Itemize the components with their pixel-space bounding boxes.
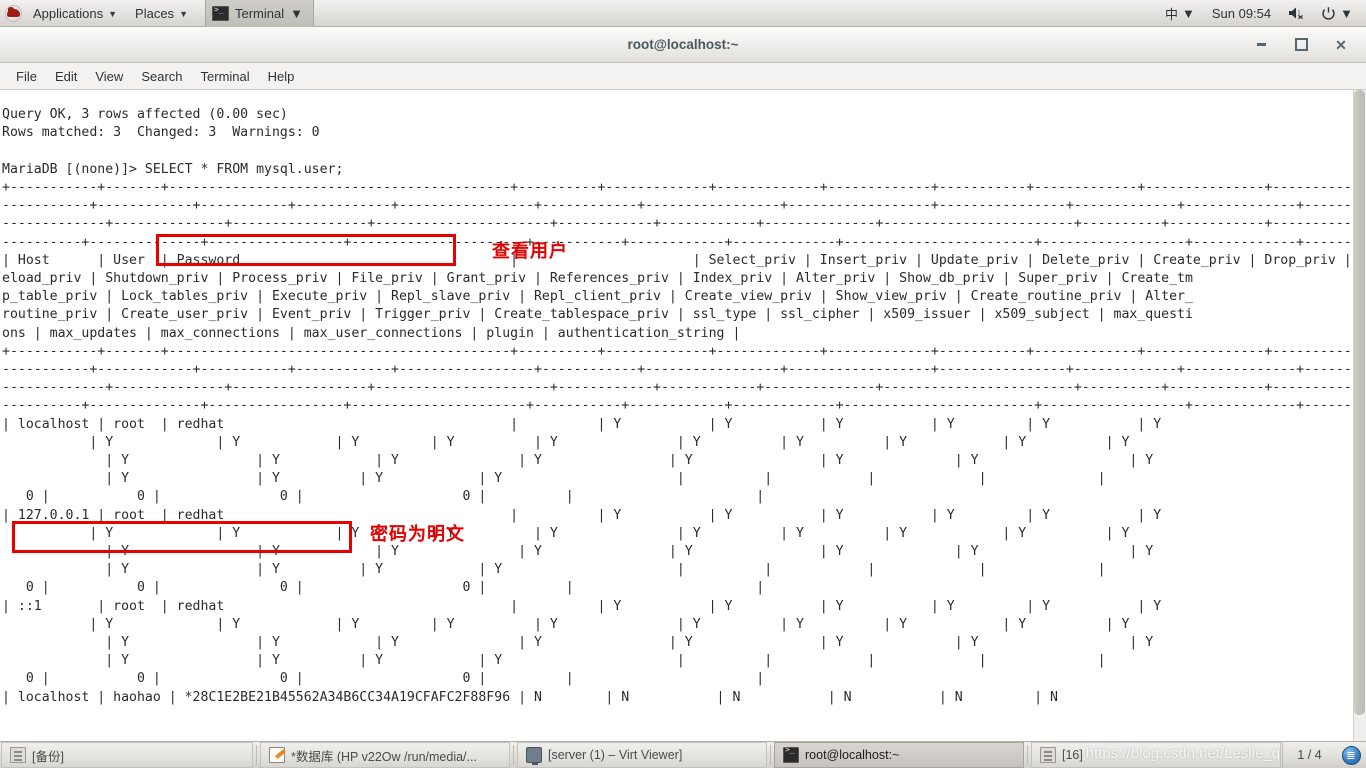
monitor-icon [526,747,542,765]
note-icon [269,747,285,763]
menu-item-edit[interactable]: Edit [46,63,86,90]
scrollbar-thumb[interactable] [1354,90,1365,715]
chevron-down-icon: ▼ [179,9,188,19]
volume-muted-icon[interactable] [1281,0,1312,27]
archive-icon [10,747,26,763]
places-menu-label: Places [135,5,175,21]
window-controls: ✕ [1254,38,1366,52]
taskbar-item-virt-viewer[interactable]: [server (1) – Virt Viewer] [517,742,767,768]
taskbar-item-database[interactable]: *数据库 (HP v22Ow /run/media/... [260,742,510,768]
input-method-label: 中 [1164,6,1178,22]
terminal-output-area[interactable]: Query OK, 3 rows affected (0.00 sec) Row… [0,90,1366,741]
power-menu[interactable]: ▼ [1314,0,1360,27]
taskbar-separator [770,745,771,765]
menu-item-view[interactable]: View [86,63,132,90]
applications-menu[interactable]: Applications ▼ [24,0,126,27]
workspace-switcher-button[interactable]: ≣ [1336,742,1366,768]
chevron-down-icon: ▼ [1340,5,1353,21]
redhat-logo-icon [5,4,22,22]
annotation-note-row: 密码为明文 [370,524,465,545]
taskbar-item-label: root@localhost:~ [805,748,900,762]
minimize-button[interactable] [1254,38,1268,52]
menu-item-search[interactable]: Search [132,63,191,90]
terminal-icon [211,5,229,21]
clock[interactable]: Sun 09:54 [1204,6,1279,21]
taskbar-item-label: *数据库 (HP v22Ow /run/media/... [291,749,477,764]
taskbar-separator [256,745,257,765]
menu-item-help[interactable]: Help [259,63,304,90]
window-list-terminal[interactable]: Terminal ▼ [204,0,314,27]
menu-item-terminal[interactable]: Terminal [192,63,259,90]
menu-item-file[interactable]: File [7,63,46,90]
vertical-scrollbar[interactable] [1353,90,1366,741]
archive-icon [1040,747,1056,763]
panel-status-area: 中 ▼ Sun 09:54 ▼ [1158,0,1366,27]
workspace-icon: ≣ [1341,745,1361,765]
workspace-page-indicator: 1 / 4 [1282,742,1336,768]
annotation-note-command: 查看用户 [492,241,568,262]
taskbar-item-backup[interactable]: [备份] [1,742,253,768]
chevron-down-icon: ▼ [108,9,118,19]
window-list-terminal-label: Terminal [234,5,285,21]
taskbar: [备份] *数据库 (HP v22Ow /run/media/... [serv… [0,741,1366,768]
top-panel: Applications ▼ Places ▼ Terminal ▼ 中 ▼ S… [0,0,1366,27]
menubar: File Edit View Search Terminal Help [0,63,1366,90]
terminal-text: Query OK, 3 rows affected (0.00 sec) Row… [2,107,1366,705]
power-icon [1322,6,1335,20]
input-method-indicator[interactable]: 中 ▼ [1158,0,1202,27]
close-button[interactable]: ✕ [1334,38,1348,52]
taskbar-separator [513,745,514,765]
maximize-button[interactable] [1294,38,1308,52]
terminal-icon [783,745,799,763]
taskbar-item-label: [备份] [32,749,64,764]
chevron-down-icon: ▼ [1181,5,1195,21]
taskbar-item-terminal[interactable]: root@localhost:~ [774,742,1024,768]
chevron-down-icon: ▼ [290,5,303,21]
terminal-window: root@localhost:~ ✕ File Edit View Search… [0,27,1366,741]
window-title: root@localhost:~ [627,37,739,52]
window-titlebar: root@localhost:~ ✕ [0,27,1366,63]
applications-menu-label: Applications [33,5,104,21]
taskbar-item-16[interactable]: [16] [1031,742,1281,768]
taskbar-item-label: [16] [1062,748,1083,762]
places-menu[interactable]: Places ▼ [126,0,197,27]
taskbar-separator [1027,745,1028,765]
taskbar-item-label: [server (1) – Virt Viewer] [548,748,683,762]
